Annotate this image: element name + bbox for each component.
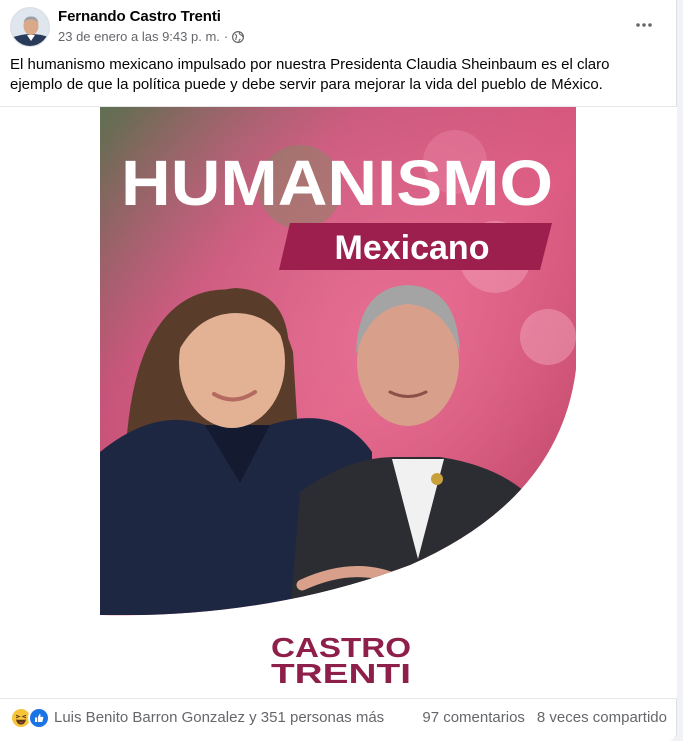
meta-separator: ·	[223, 29, 229, 44]
divider	[0, 698, 677, 699]
shares-count[interactable]: 8 veces compartido	[537, 709, 667, 726]
logo-line-2: TRENTI	[271, 658, 411, 689]
post-image[interactable]: HUMANISMO Mexicano CASTRO TRENTI	[0, 107, 677, 698]
engagement-counts: 97 comentarios 8 veces compartido	[422, 709, 667, 726]
reaction-icons[interactable]	[10, 707, 50, 729]
campaign-graphic: HUMANISMO Mexicano CASTRO TRENTI	[100, 107, 576, 689]
post-header: Fernando Castro Trenti 23 de enero a las…	[10, 7, 670, 49]
comments-count[interactable]: 97 comentarios	[422, 709, 525, 726]
post-meta: 23 de enero a las 9:43 p. m. ·	[58, 29, 245, 44]
post-card: Fernando Castro Trenti 23 de enero a las…	[0, 0, 677, 741]
post-timestamp[interactable]: 23 de enero a las 9:43 p. m.	[58, 29, 220, 44]
avatar-image	[11, 8, 49, 46]
post-caption: El humanismo mexicano impulsado por nues…	[10, 56, 610, 93]
headline-text: HUMANISMO	[121, 147, 553, 219]
author-name[interactable]: Fernando Castro Trenti	[58, 8, 221, 25]
subheadline-text: Mexicano	[335, 229, 490, 267]
post-footer: Luis Benito Barron Gonzalez y 351 person…	[10, 706, 667, 730]
globe-icon[interactable]	[232, 30, 245, 43]
more-options-icon[interactable]	[632, 13, 656, 37]
author-avatar[interactable]	[10, 7, 50, 47]
like-icon	[28, 707, 50, 729]
reactions-summary[interactable]: Luis Benito Barron Gonzalez y 351 person…	[54, 709, 384, 726]
